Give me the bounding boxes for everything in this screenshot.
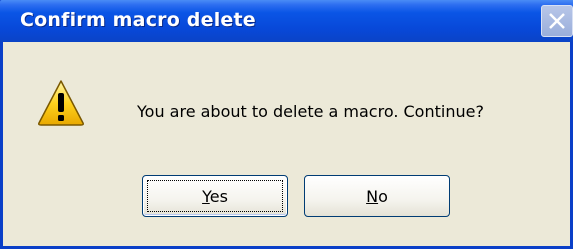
close-icon [549, 13, 565, 29]
no-button-label: No [366, 186, 388, 206]
confirm-message: You are about to delete a macro. Continu… [137, 102, 484, 121]
dialog-title: Confirm macro delete [20, 9, 256, 31]
yes-button-label: Yes [202, 186, 228, 206]
close-button[interactable] [541, 5, 573, 37]
yes-button[interactable]: Yes [142, 175, 288, 217]
warning-icon [38, 80, 84, 126]
confirm-dialog: Confirm macro delete You are about to de… [0, 0, 573, 249]
no-button[interactable]: No [304, 175, 450, 217]
title-bar[interactable]: Confirm macro delete [0, 0, 573, 42]
